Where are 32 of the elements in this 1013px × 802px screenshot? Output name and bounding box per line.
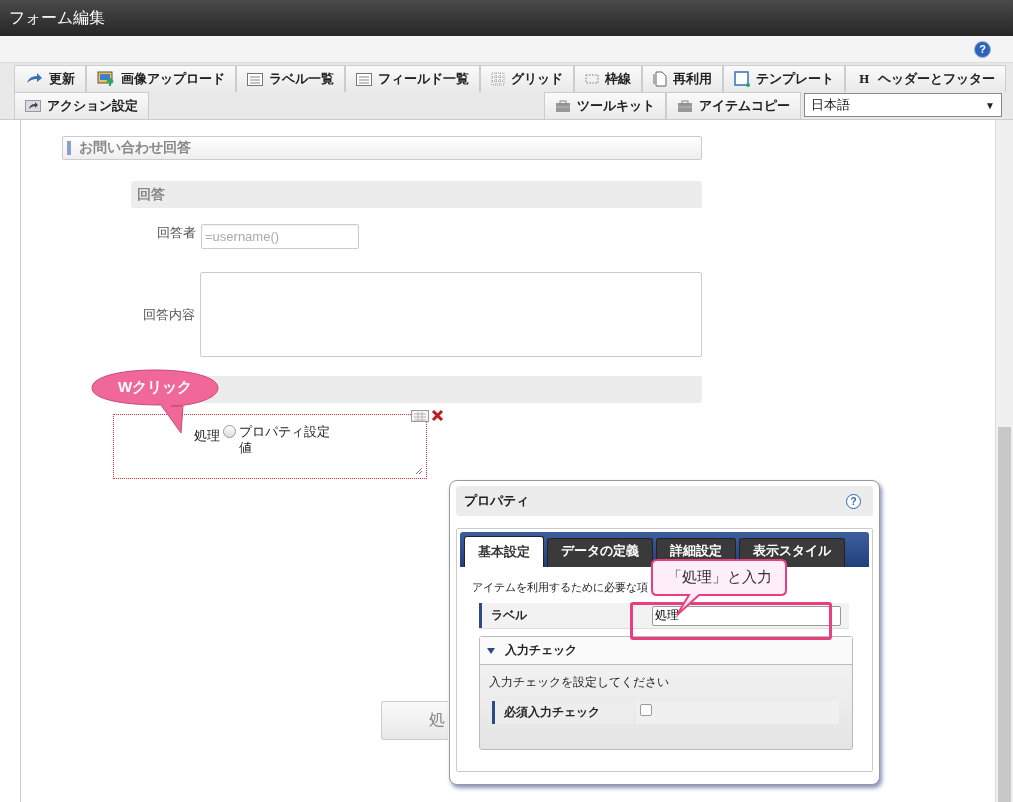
toolbar-button[interactable]: グリッド — [480, 65, 574, 92]
toolbar-button[interactable]: アイテムコピー — [666, 92, 801, 119]
toolbar-button[interactable]: 枠線 — [574, 65, 642, 92]
toolbar-button[interactable]: 画像アップロード — [86, 65, 236, 92]
header-icon: H — [856, 72, 873, 86]
panel-header[interactable]: 入力チェック — [480, 637, 852, 665]
group-header: 回答 — [131, 181, 702, 208]
toolbar-button[interactable]: 更新 — [14, 65, 86, 92]
description-text: アイテムを利用するために必要な項 — [472, 580, 648, 595]
dropdown-arrow-icon: ▼ — [985, 99, 995, 111]
window-title: フォーム編集 — [0, 0, 1013, 36]
text-field[interactable]: =username() — [201, 224, 359, 249]
dialog-title: プロパティ — [464, 492, 529, 510]
field-label: ラベル — [479, 603, 641, 628]
toolbar-button[interactable]: フィールド一覧 — [345, 65, 480, 92]
field-label: 回答内容 — [142, 305, 197, 324]
section-header: お問い合わせ回答 — [62, 136, 702, 160]
tab[interactable]: 基本設定 — [464, 536, 544, 567]
tab[interactable]: データの定義 — [547, 538, 653, 567]
field-label: 回答者 — [156, 224, 197, 242]
help-icon[interactable]: ? — [846, 493, 861, 509]
help-icon[interactable]: ? — [974, 40, 991, 58]
toolbar-button[interactable]: ツールキット — [544, 92, 666, 119]
description-text: 入力チェックを設定してください — [488, 674, 670, 691]
toolbar-button[interactable]: 再利用 — [642, 65, 723, 92]
toolbar-button[interactable]: H ヘッダーとフッター — [845, 65, 1007, 92]
toolbar-button[interactable]: テンプレート — [723, 65, 845, 92]
toolbar-button[interactable]: ラベル一覧 — [236, 65, 345, 92]
radio-label: プロパティ設定値 — [239, 424, 331, 456]
language-select[interactable]: 日本語 ▼ — [804, 93, 1002, 117]
toolbar-button[interactable]: アクション設定 — [14, 92, 149, 119]
field-label: 必須入力チェック — [492, 701, 634, 724]
